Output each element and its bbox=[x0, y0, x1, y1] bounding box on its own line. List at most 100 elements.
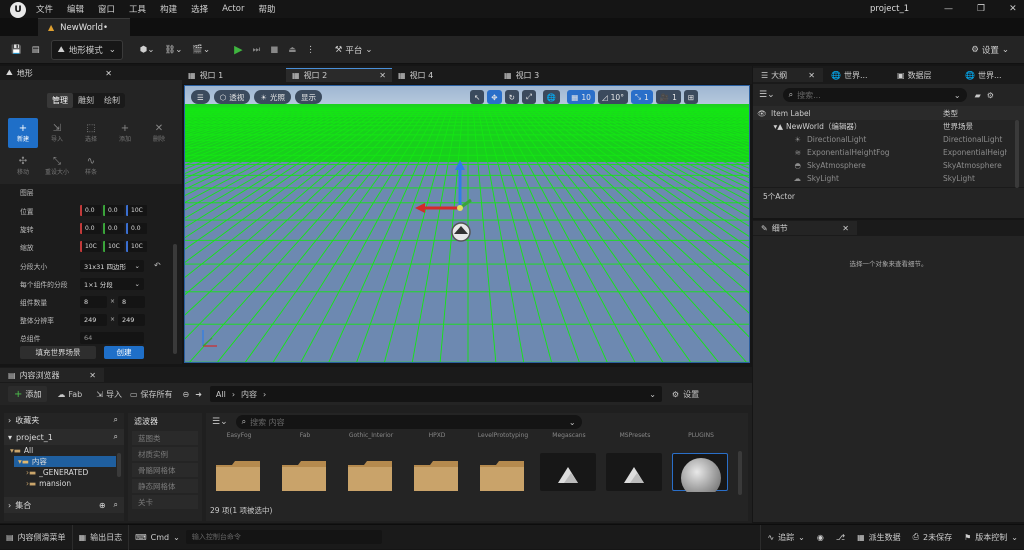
rotation-z-field[interactable]: 0.0 bbox=[126, 223, 147, 234]
menu-edit[interactable]: 编辑 bbox=[67, 3, 84, 15]
add-icon[interactable]: ⊕ bbox=[99, 501, 106, 510]
tool-delete[interactable]: ✕ 删除 bbox=[144, 118, 174, 148]
asset-thumbnail-selected[interactable] bbox=[672, 453, 728, 498]
tool-add[interactable]: + 添加 bbox=[110, 118, 140, 148]
live-coding-icon[interactable]: ⎇ bbox=[830, 525, 851, 550]
column-item-label[interactable]: Item Label bbox=[771, 109, 943, 118]
perspective-button[interactable]: ⬡ 透视 bbox=[213, 90, 251, 104]
document-tab[interactable]: ▲ NewWorld• bbox=[38, 18, 130, 36]
unsaved-button[interactable]: ⎙ 2未保存 bbox=[907, 525, 959, 550]
unreal-logo-icon[interactable]: U bbox=[10, 1, 26, 18]
content-settings-button[interactable]: ⚙ 设置 bbox=[672, 389, 699, 400]
settings-button[interactable]: ⚙ 设置 ⌄ bbox=[966, 40, 1014, 60]
component-count-x-field[interactable]: 8 bbox=[80, 295, 107, 308]
trace-button[interactable]: ∿ 追踪 ⌄ bbox=[760, 524, 810, 550]
blueprint-icon[interactable]: ⛓⌄ bbox=[159, 40, 187, 60]
fab-button[interactable]: ☁ Fab bbox=[57, 390, 82, 399]
filter-static-mesh[interactable]: 静态网格体 bbox=[132, 479, 198, 493]
folder-thumbnail[interactable] bbox=[282, 461, 326, 491]
folder-thumbnail[interactable] bbox=[480, 461, 524, 491]
grid-snap-button[interactable]: ▦ 10 bbox=[567, 90, 595, 104]
project-header[interactable]: ▾ project_1 ⌕ bbox=[4, 429, 124, 445]
tab-viewport-3[interactable]: ▦ 视口 3 bbox=[498, 68, 604, 82]
tab-paint[interactable]: 绘制 bbox=[99, 93, 125, 108]
tab-world-settings[interactable]: 🌐 世界... bbox=[957, 68, 1023, 82]
transform-gizmo[interactable] bbox=[405, 156, 505, 246]
select-mode-icon[interactable]: ↖ bbox=[470, 90, 485, 104]
tab-viewport-2[interactable]: ▦ 视口 2 ✕ bbox=[286, 68, 392, 82]
tool-spline[interactable]: ∿ 样条 bbox=[76, 151, 106, 181]
filter-icon[interactable]: ☰⌄ bbox=[212, 417, 228, 427]
tab-outliner[interactable]: ☰ 大纲 ✕ bbox=[753, 68, 823, 82]
tree-item-generated[interactable]: ›▬ _GENERATED bbox=[10, 467, 124, 478]
reset-icon[interactable]: ↶ bbox=[154, 261, 161, 270]
folder-thumbnail[interactable] bbox=[216, 461, 260, 491]
asset-thumbnail[interactable] bbox=[606, 453, 662, 491]
eject-icon[interactable]: ⏏ bbox=[283, 40, 301, 60]
filter-blueprint-class[interactable]: 蓝图类 bbox=[132, 431, 198, 445]
output-log-button[interactable]: ▦ 输出日志 bbox=[73, 524, 130, 550]
content-drawer-button[interactable]: ▤ 内容侧滑菜单 bbox=[0, 524, 73, 550]
list-item[interactable]: ◓ SkyAtmosphere SkyAtmosphere bbox=[753, 159, 1024, 172]
maximize-viewport-icon[interactable]: ⊞ bbox=[683, 90, 699, 104]
close-tab-icon[interactable]: ✕ bbox=[808, 71, 815, 80]
rotation-x-field[interactable]: 0.0 bbox=[80, 223, 101, 234]
list-item[interactable]: ☀ DirectionalLight DirectionalLight bbox=[753, 133, 1024, 146]
favorites-header[interactable]: › 收藏夹 ⌕ bbox=[4, 413, 124, 427]
asset-thumbnail[interactable] bbox=[540, 453, 596, 491]
asset-scrollbar[interactable] bbox=[738, 451, 742, 495]
filter-level[interactable]: 关卡 bbox=[132, 495, 198, 509]
platform-button[interactable]: ⚒ 平台 ⌄ bbox=[330, 40, 378, 60]
browse-icon[interactable]: ▤ bbox=[27, 40, 45, 60]
properties-scrollbar[interactable] bbox=[173, 244, 177, 354]
console-input[interactable]: 输入控制台命令 bbox=[185, 530, 382, 544]
location-z-field[interactable]: 10C bbox=[126, 205, 147, 216]
add-folder-icon[interactable]: ▰ bbox=[975, 91, 981, 100]
create-button[interactable]: 创建 bbox=[104, 346, 144, 359]
record-icon[interactable]: ◉ bbox=[811, 525, 830, 550]
tab-manage[interactable]: 管理 bbox=[47, 93, 73, 108]
stop-icon[interactable]: ■ bbox=[265, 40, 283, 60]
close-icon[interactable]: ✕ bbox=[1009, 4, 1017, 14]
tool-new[interactable]: + 新建 bbox=[8, 118, 38, 148]
filter-icon[interactable]: ☰⌄ bbox=[759, 90, 775, 100]
column-type[interactable]: 类型 bbox=[943, 108, 958, 119]
tool-select[interactable]: ⬚ 选择 bbox=[76, 118, 106, 148]
back-icon[interactable]: ⊖ bbox=[183, 390, 190, 399]
import-button[interactable]: ⇲ 导入 bbox=[96, 389, 122, 400]
close-tab-icon[interactable]: ✕ bbox=[379, 71, 386, 80]
tool-move[interactable]: ✣ 移动 bbox=[8, 151, 38, 181]
menu-file[interactable]: 文件 bbox=[36, 3, 53, 15]
level-viewport[interactable]: ☰ ⬡ 透视 ☀ 光照 显示 ↖ ✥ ↻ ⤢ 🌐 ▦ 10 ◿ 10° ⤡ 1 🎥 1 ⊞ bbox=[184, 85, 750, 363]
folder-thumbnail[interactable] bbox=[414, 461, 458, 491]
collections-header[interactable]: › 集合 ⊕ ⌕ bbox=[4, 497, 124, 513]
rotation-y-field[interactable]: 0.0 bbox=[103, 223, 124, 234]
tab-world-partition[interactable]: 🌐 世界... bbox=[823, 68, 889, 82]
overall-resolution-x-field[interactable]: 249 bbox=[80, 313, 107, 326]
tab-details[interactable]: ✎ 细节 ✕ bbox=[753, 221, 857, 235]
outliner-search-input[interactable]: ⌕ 搜索... ⌄ bbox=[782, 88, 967, 102]
search-icon[interactable]: ⌕ bbox=[114, 415, 118, 425]
world-space-icon[interactable]: 🌐 bbox=[542, 90, 561, 104]
tab-viewport-1[interactable]: ▦ 视口 1 bbox=[182, 68, 286, 82]
close-tab-icon[interactable]: ✕ bbox=[842, 224, 849, 233]
folder-thumbnail[interactable] bbox=[348, 461, 392, 491]
restore-icon[interactable]: ❐ bbox=[977, 4, 985, 14]
sections-per-component-dropdown[interactable]: 1×1 分段 ⌄ bbox=[80, 277, 144, 290]
source-control-button[interactable]: ⚑ 版本控制 ⌄ bbox=[958, 525, 1024, 550]
location-y-field[interactable]: 0.0 bbox=[103, 205, 124, 216]
translate-icon[interactable]: ✥ bbox=[487, 90, 502, 104]
scale-z-field[interactable]: 10C bbox=[126, 241, 147, 252]
section-size-dropdown[interactable]: 31x31 四边形 ⌄ bbox=[80, 259, 144, 272]
list-item[interactable]: ≋ ExponentialHeightFog ExponentialHeight… bbox=[753, 146, 1024, 159]
list-item[interactable]: ▾▲ NewWorld（编辑器） 世界场景 bbox=[753, 120, 1024, 133]
play-options-icon[interactable]: ⋮ bbox=[301, 40, 320, 60]
rotate-icon[interactable]: ↻ bbox=[504, 90, 519, 104]
camera-speed-button[interactable]: 🎥 1 bbox=[655, 90, 681, 104]
lighting-button[interactable]: ☀ 光照 bbox=[254, 90, 292, 104]
search-icon[interactable]: ⌕ bbox=[114, 432, 118, 442]
location-x-field[interactable]: 0.0 bbox=[80, 205, 101, 216]
outliner-scrollbar[interactable] bbox=[1015, 120, 1019, 188]
forward-icon[interactable]: ➜ bbox=[195, 390, 202, 399]
tab-sculpt[interactable]: 雕刻 bbox=[73, 93, 99, 108]
